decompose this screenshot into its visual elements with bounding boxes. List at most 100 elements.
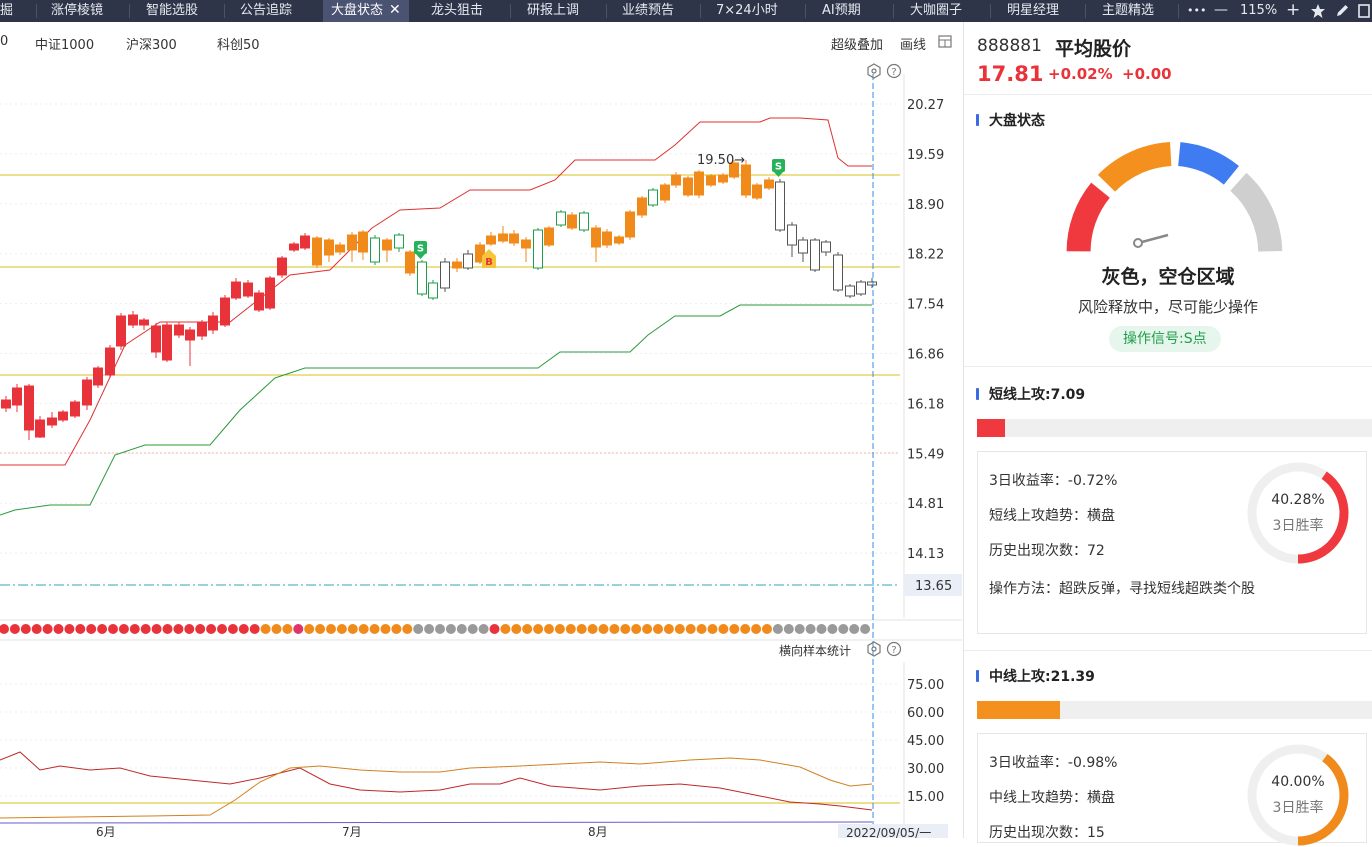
state-dot — [816, 624, 827, 634]
candle-body — [162, 324, 172, 361]
sell-signal-marker[interactable]: S — [772, 159, 785, 177]
candle-body — [174, 324, 184, 336]
change-amount: +0.00 — [1122, 65, 1172, 83]
tab-separator — [606, 4, 607, 18]
stat-trend: 短线上攻趋势：横盘 — [989, 508, 1115, 524]
settings-icon[interactable] — [867, 641, 881, 657]
state-dot — [751, 624, 762, 634]
month-label: 6月 — [96, 825, 116, 838]
index-csi1000[interactable]: 中证1000 — [35, 34, 94, 53]
gauge-needle — [1141, 233, 1169, 244]
candle-body — [452, 261, 462, 269]
state-dot — [544, 624, 554, 634]
candle-body — [567, 214, 577, 229]
draw-line-button[interactable]: 画线 — [900, 34, 926, 53]
tab-zhangting[interactable]: 涨停棱镜 — [51, 0, 103, 22]
tab-separator — [805, 4, 806, 18]
tab-leader[interactable]: 龙头狙击 — [431, 0, 483, 22]
state-dot — [794, 624, 805, 634]
candle-body — [300, 235, 310, 249]
state-dot — [326, 624, 336, 634]
candle-body — [254, 292, 264, 311]
state-dot — [783, 624, 794, 634]
state-dot — [75, 624, 86, 634]
candle-body — [358, 231, 368, 253]
candle-body — [775, 181, 785, 231]
zoom-out-icon[interactable]: — — [1214, 0, 1228, 22]
candle-body — [231, 281, 241, 299]
index-hs300[interactable]: 沪深300 — [126, 34, 177, 53]
zoom-in-icon[interactable]: + — [1286, 0, 1300, 22]
candle-body — [706, 175, 716, 186]
candle-body — [660, 184, 670, 201]
tab-ai[interactable]: AI预期 — [822, 0, 861, 22]
state-dot — [707, 624, 718, 634]
candle-body — [243, 282, 253, 297]
state-dot — [718, 624, 729, 634]
oscillator-tick: 15.00 — [907, 790, 944, 805]
candle-body — [289, 243, 299, 251]
tab-theme[interactable]: 主题精选 — [1102, 0, 1154, 22]
more-icon[interactable]: ••• — [1187, 0, 1206, 22]
window-icon[interactable] — [1358, 4, 1372, 18]
section-marker — [976, 388, 979, 400]
state-dot — [696, 624, 707, 634]
overlay-button[interactable]: 超级叠加 — [831, 34, 883, 53]
tab-report[interactable]: 研报上调 — [527, 0, 579, 22]
state-dot — [467, 624, 478, 634]
state-dot — [42, 624, 53, 634]
oscillator-orange-line — [0, 757, 873, 819]
tab-announcement[interactable]: 公告追踪 — [240, 0, 292, 22]
candle-body — [463, 253, 473, 269]
tab-forecast[interactable]: 业绩预告 — [622, 0, 674, 22]
stock-code: 888881 — [977, 36, 1042, 56]
candle-body — [509, 233, 519, 244]
state-dot — [576, 624, 587, 634]
tab-7x24[interactable]: 7×24小时 — [716, 0, 778, 22]
edit-icon[interactable] — [1335, 3, 1350, 18]
oscillator-tick: 45.00 — [907, 734, 944, 749]
candle-body — [12, 387, 22, 406]
tab-experts[interactable]: 大咖圈子 — [910, 0, 962, 22]
state-dot — [740, 624, 751, 634]
oscillator-tick: 30.00 — [907, 762, 944, 777]
tab-star-manager[interactable]: 明星经理 — [1007, 0, 1059, 22]
candlestick-chart[interactable]: S B S 19.50→ 75.00 60.00 45.00 30.00 15.00 2… — [0, 56, 962, 838]
market-gauge — [1066, 142, 1283, 253]
state-dot — [435, 624, 445, 634]
close-icon[interactable]: ✕ — [389, 2, 401, 18]
price-tick: 16.86 — [907, 348, 944, 363]
help-icon[interactable]: ? — [886, 63, 902, 79]
state-dot — [402, 624, 413, 634]
state-dot — [413, 624, 424, 634]
index-star50[interactable]: 科创50 — [217, 34, 260, 53]
state-dot — [838, 624, 849, 634]
candle-body — [58, 411, 68, 421]
state-dot — [511, 624, 522, 634]
sell-signal-marker[interactable]: S — [414, 241, 427, 259]
tab-separator — [36, 4, 37, 18]
section-title: 中线上攻:21.39 — [989, 669, 1095, 685]
index-partial[interactable]: 0 — [0, 34, 8, 49]
state-dot — [533, 624, 544, 634]
tab-separator — [1085, 4, 1086, 18]
tab-smart-pick[interactable]: 智能选股 — [146, 0, 198, 22]
candle-body — [579, 212, 589, 231]
layout-grid-icon[interactable] — [938, 35, 952, 49]
candle-body — [208, 315, 218, 331]
help-icon[interactable]: ? — [886, 641, 902, 657]
tab-partial[interactable]: 掘 — [0, 0, 13, 22]
price-tick: 18.90 — [907, 198, 944, 213]
star-icon[interactable] — [1310, 3, 1326, 19]
state-dot — [282, 624, 293, 634]
tab-market-state[interactable]: 大盘状态 ✕ — [323, 0, 409, 22]
settings-icon[interactable] — [867, 63, 881, 79]
tab-separator — [510, 4, 511, 18]
sample-stat-label[interactable]: 横向样本统计 — [779, 643, 851, 658]
lower-band — [0, 304, 872, 516]
divider — [964, 366, 1372, 367]
section-title: 短线上攻:7.09 — [989, 387, 1086, 403]
candle-body — [798, 239, 808, 254]
candle-body — [741, 164, 751, 196]
market-zone: 灰色，空仓区域 — [1101, 266, 1235, 288]
